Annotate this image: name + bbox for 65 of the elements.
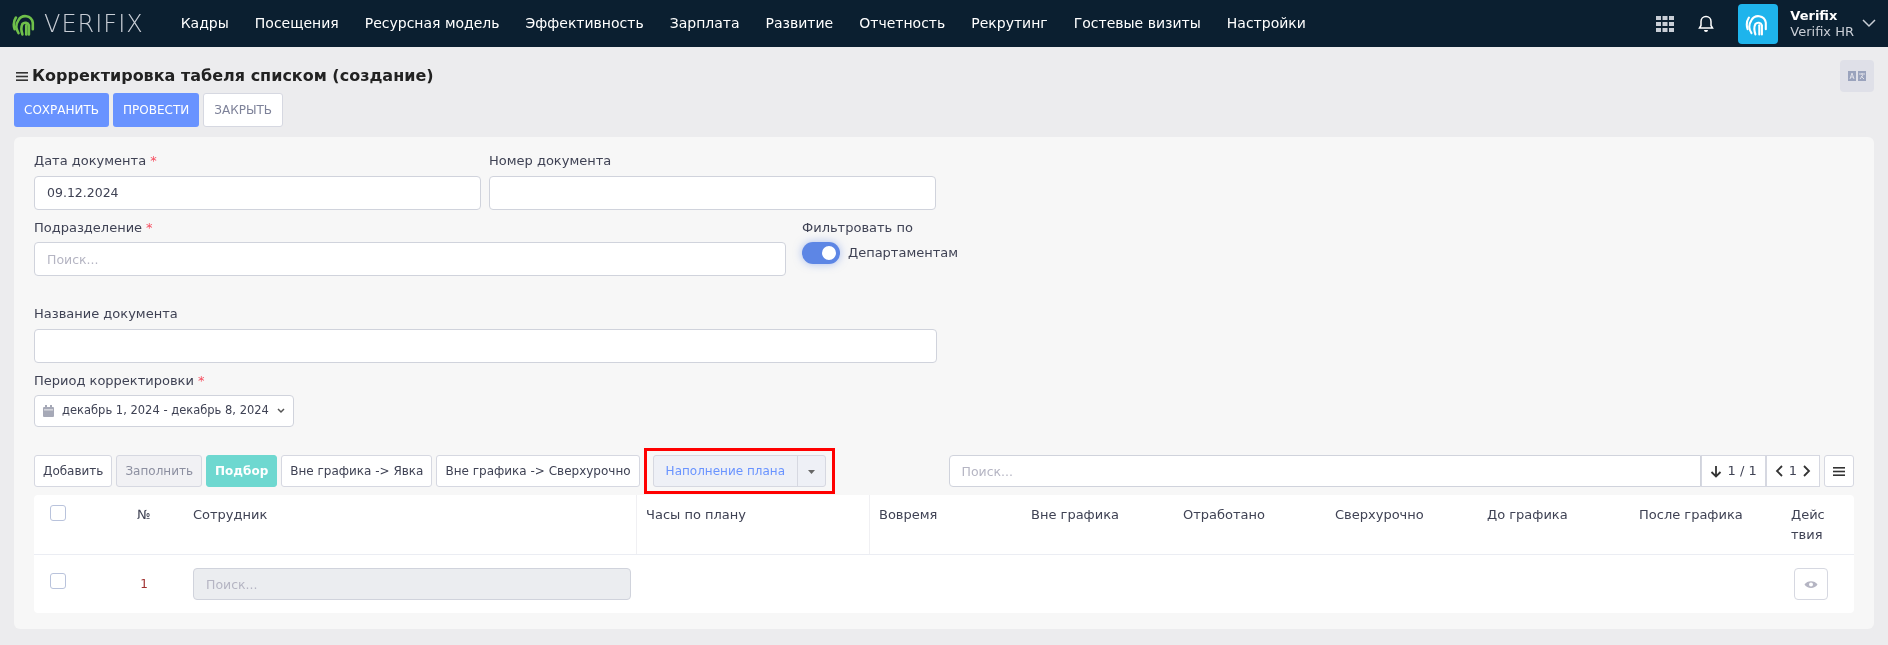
select-all-checkbox[interactable] (50, 505, 66, 521)
column-header: До графика (1487, 507, 1568, 522)
row-checkbox[interactable] (50, 573, 66, 590)
notification-bell-icon[interactable] (1698, 14, 1715, 33)
row-number: 1 (140, 577, 148, 591)
nav-menu-item[interactable]: Гостевые визиты (1060, 13, 1214, 34)
logo-text: VERIFIX (44, 8, 144, 40)
employee-search-field[interactable]: Поиск... (193, 568, 631, 600)
field-label: Название документа (34, 305, 178, 323)
chevron-left-icon[interactable] (1774, 465, 1783, 477)
nav-menu-item[interactable]: Рекрутинг (958, 13, 1061, 34)
user-name: Verifix (1790, 7, 1839, 24)
apps-grid-icon[interactable] (1656, 15, 1675, 32)
nav-menu-item[interactable]: Зарплата (656, 13, 753, 34)
toggle-switch[interactable] (802, 242, 840, 264)
input-field[interactable] (34, 328, 937, 363)
required-asterisk: * (150, 152, 157, 170)
column-menu-icon[interactable] (1824, 455, 1854, 487)
column-header: № (137, 507, 151, 522)
input-field[interactable]: Поиск... (34, 242, 786, 276)
input-field[interactable] (489, 175, 936, 210)
pagination[interactable]: 1 (1765, 455, 1820, 487)
eye-icon (1804, 579, 1818, 589)
column-header: Отработано (1183, 507, 1265, 522)
field-label: Фильтровать по (802, 218, 914, 237)
chevron-down-icon (276, 408, 285, 414)
column-header: Сотрудник (193, 507, 268, 522)
column-header: После графика (1639, 507, 1743, 522)
sort-counter[interactable]: 1 / 1 (1700, 455, 1766, 487)
nav-menu-item[interactable]: Посещения (241, 13, 352, 34)
chevron-down-icon[interactable] (1862, 19, 1876, 28)
input-field[interactable]: 09.12.2024 (34, 175, 481, 210)
date-range-text: декабрь 1, 2024 - декабрь 8, 2024 (62, 402, 269, 420)
nav-menu-item[interactable]: Настройки (1213, 13, 1319, 34)
arrow-down-icon (1709, 464, 1722, 478)
column-header: Часы по плану (646, 507, 746, 522)
toolbar-button[interactable]: Вне графика -> Явка (281, 455, 433, 487)
date-range-picker[interactable]: декабрь 1, 2024 - декабрь 8, 2024 (34, 395, 294, 427)
nav-menu-item[interactable]: Отчетность (846, 13, 959, 34)
search-field[interactable]: Поиск... (948, 455, 1701, 487)
toolbar-button[interactable]: Вне графика -> Сверхурочно (436, 455, 640, 487)
column-header: Вне графика (1031, 507, 1119, 522)
chevron-right-icon[interactable] (1803, 465, 1811, 477)
toggle-label: Департаментам (848, 244, 959, 263)
field-label: Дата документа (34, 152, 147, 170)
nav-menu-item[interactable]: Эффективность (512, 13, 657, 34)
field-label: Период корректировки (34, 371, 194, 390)
page-title: Корректировка табеля списком (создание) (32, 65, 434, 87)
action-button[interactable]: ЗАКРЫТЬ (203, 93, 284, 127)
nav-menu-item[interactable]: Ресурсная модель (351, 13, 513, 34)
required-asterisk: * (146, 218, 153, 237)
fingerprint-avatar-icon[interactable] (1738, 3, 1779, 44)
column-header: Вовремя (879, 507, 938, 522)
column-header: Действия (1791, 507, 1825, 542)
calendar-icon (43, 405, 54, 417)
field-label: Подразделение (34, 218, 143, 237)
field-label: Номер документа (489, 152, 612, 170)
toolbar-button[interactable]: Добавить (34, 455, 113, 487)
menu-icon[interactable] (16, 70, 28, 82)
caret-icon (808, 469, 815, 474)
required-asterisk: * (197, 371, 205, 390)
nav-menu-item[interactable]: Кадры (167, 13, 242, 34)
column-header: Сверхурочно (1335, 507, 1424, 522)
company-name: Verifix HR (1790, 23, 1854, 40)
nav-menu-item[interactable]: Развитие (752, 13, 847, 34)
